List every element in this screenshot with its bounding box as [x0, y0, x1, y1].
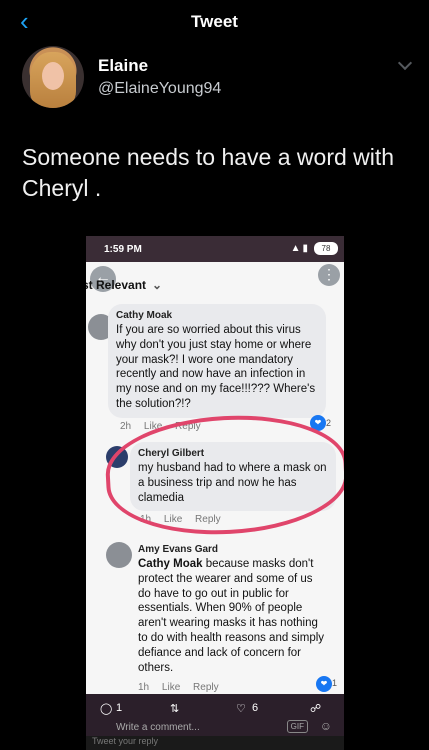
gif-button[interactable]: GIF [286, 720, 308, 733]
sort-label: st Relevant [86, 278, 147, 292]
commenter-avatar[interactable] [106, 542, 132, 568]
like-count: 6 [252, 702, 259, 714]
comment-time: 1h [138, 682, 150, 693]
author-name[interactable]: Elaine [98, 56, 148, 76]
status-time: 1:59 PM [104, 244, 142, 255]
comment-meta: 1h Like Reply [138, 682, 229, 693]
comment-compose[interactable]: Write a comment... GIF ☺ [86, 718, 344, 738]
author-handle[interactable]: @ElaineYoung94 [98, 80, 221, 98]
tweet-text: Someone needs to have a word with Cheryl… [22, 144, 395, 201]
page-title: Tweet [191, 12, 238, 31]
battery-icon: 78 [314, 242, 338, 255]
more-options-icon[interactable]: ⋮ [318, 264, 340, 286]
avatar-face [42, 62, 64, 90]
commenter-name[interactable]: Cathy Moak [116, 310, 318, 321]
retweet-icon[interactable]: ⇅ [170, 702, 179, 715]
comment-bubble: Amy Evans Gard Cathy Moak because masks … [130, 538, 336, 681]
compose-placeholder: Write a comment... [116, 722, 200, 733]
reply-link[interactable]: Reply [193, 682, 219, 693]
attached-screenshot[interactable]: 1:59 PM ▲ ▮ 78 ← ⋮ st Relevant ⌄ Cathy Mo… [86, 236, 344, 750]
avatar[interactable] [22, 46, 84, 108]
chevron-down-icon[interactable] [397, 55, 413, 71]
phone-status-bar: 1:59 PM ▲ ▮ 78 [86, 236, 344, 262]
reaction-count: 2 [326, 418, 332, 428]
comment-body: because masks don't protect the wearer a… [138, 558, 325, 674]
tweet-author: Elaine @ElaineYoung94 [18, 44, 418, 110]
reply-count: 1 [116, 702, 123, 714]
mention-link[interactable]: Cathy Moak [138, 558, 203, 570]
emoji-icon[interactable]: ☺ [320, 719, 332, 733]
comment-bubble: Cathy Moak If you are so worried about t… [108, 304, 326, 418]
sort-selector[interactable]: st Relevant ⌄ [86, 278, 162, 292]
comment-text: Cathy Moak because masks don't protect t… [138, 557, 328, 675]
comment-text: If you are so worried about this virus w… [116, 324, 316, 410]
signal-icon: ▲ ▮ [290, 243, 308, 254]
caret-down-icon: ⌄ [152, 278, 163, 292]
reaction-count: 1 [332, 678, 338, 688]
share-icon[interactable]: ☍ [310, 702, 321, 715]
commenter-name[interactable]: Amy Evans Gard [138, 544, 328, 555]
comment-time: 2h [120, 421, 132, 432]
reaction-icon[interactable]: ❤ [316, 676, 332, 692]
reply-input[interactable]: Tweet your reply [86, 736, 344, 750]
reply-icon[interactable]: ◯ [100, 702, 112, 715]
like-icon[interactable]: ♡ [236, 702, 246, 715]
like-link[interactable]: Like [162, 682, 180, 693]
top-bar: ‹ Tweet [0, 0, 429, 44]
